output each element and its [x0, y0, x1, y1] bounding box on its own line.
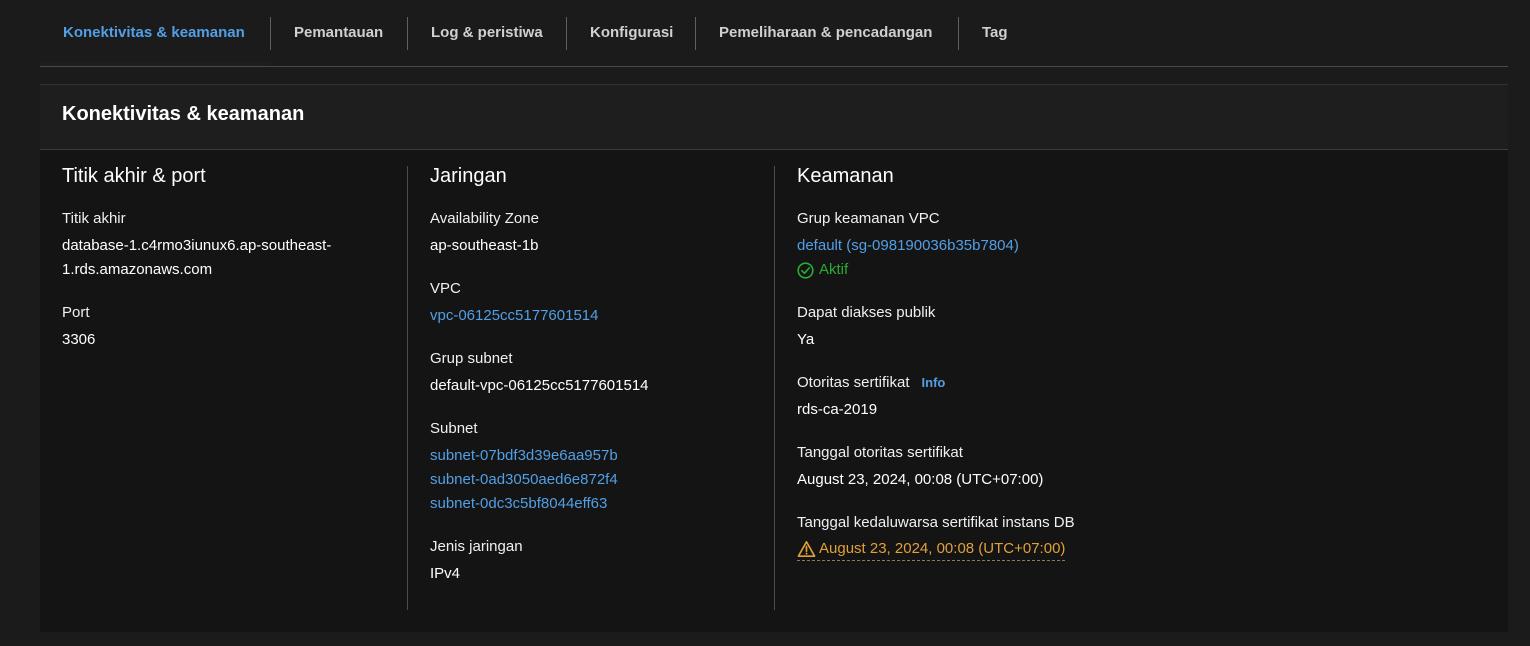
public-access-value: Ya	[797, 331, 815, 348]
certificate-authority-text: Otoritas sertifikat	[797, 374, 910, 391]
column-divider	[407, 166, 408, 610]
port-label: Port	[62, 304, 90, 321]
ca-date-value: August 23, 2024, 00:08 (UTC+07:00)	[797, 471, 1044, 488]
endpoint-port-column: Titik akhir & port Titik akhir database-…	[62, 164, 392, 374]
column-divider	[774, 166, 775, 610]
endpoint-value-line2: 1.rds.amazonaws.com	[62, 261, 213, 278]
certificate-authority-value: rds-ca-2019	[797, 401, 878, 418]
subnet-group-value: default-vpc-06125cc5177601514	[430, 377, 649, 394]
tab-maintenance-backup[interactable]: Pemeliharaan & pencadangan	[719, 16, 932, 50]
endpoint-label: Titik akhir	[62, 210, 126, 227]
cert-expiry-value: August 23, 2024, 00:08 (UTC+07:00)	[819, 540, 1066, 557]
tab-divider	[566, 17, 567, 50]
certificate-authority-label: Otoritas sertifikat Info	[797, 374, 1297, 392]
ca-date-label: Tanggal otoritas sertifikat	[797, 444, 963, 461]
vpc-label: VPC	[430, 280, 461, 297]
vpc-link[interactable]: vpc-06125cc5177601514	[430, 304, 760, 328]
subnet-label: Subnet	[430, 420, 478, 437]
tab-logs-events[interactable]: Log & peristiwa	[431, 16, 543, 50]
tab-monitoring[interactable]: Pemantauan	[294, 16, 383, 50]
network-heading: Jaringan	[430, 165, 507, 187]
active-tab-indicator	[40, 62, 270, 66]
availability-zone-value: ap-southeast-1b	[430, 237, 539, 254]
security-group-link[interactable]: default (sg-098190036b35b7804)	[797, 234, 1297, 258]
tab-configuration[interactable]: Konfigurasi	[590, 16, 673, 50]
tab-divider	[695, 17, 696, 50]
subnet-link[interactable]: subnet-0ad3050aed6e872f4	[430, 468, 760, 492]
tab-divider	[407, 17, 408, 50]
subnet-link[interactable]: subnet-07bdf3d39e6aa957b	[430, 444, 760, 468]
port-value: 3306	[62, 331, 96, 348]
check-circle-icon	[797, 261, 814, 279]
security-heading: Keamanan	[797, 165, 894, 187]
tab-bar: Konektivitas & keamanan Pemantauan Log &…	[40, 0, 1508, 67]
subnet-group-label: Grup subnet	[430, 350, 513, 367]
tab-divider	[270, 17, 271, 50]
panel-title: Konektivitas & keamanan	[62, 103, 305, 125]
network-type-label: Jenis jaringan	[430, 538, 523, 555]
cert-expiry-label: Tanggal kedaluwarsa sertifikat instans D…	[797, 514, 1075, 531]
subnet-link[interactable]: subnet-0dc3c5bf8044eff63	[430, 492, 760, 516]
warning-triangle-icon	[797, 541, 816, 557]
endpoint-value-line1: database-1.c4rmo3iunux6.ap-southeast-	[62, 237, 332, 254]
endpoint-port-heading: Titik akhir & port	[62, 165, 206, 187]
info-link[interactable]: Info	[922, 375, 946, 390]
network-type-value: IPv4	[430, 565, 461, 582]
availability-zone-label: Availability Zone	[430, 210, 539, 227]
tab-connectivity-security[interactable]: Konektivitas & keamanan	[63, 16, 245, 50]
security-column: Keamanan Grup keamanan VPC default (sg-0…	[797, 164, 1297, 585]
network-column: Jaringan Availability Zone ap-southeast-…	[430, 164, 760, 608]
security-group-status: Aktif	[797, 258, 1297, 282]
endpoint-value: database-1.c4rmo3iunux6.ap-southeast- 1.…	[62, 234, 392, 282]
panel-header: Konektivitas & keamanan	[40, 84, 1508, 150]
connectivity-security-panel: Konektivitas & keamanan Titik akhir & po…	[40, 84, 1508, 632]
public-access-label: Dapat diakses publik	[797, 304, 936, 321]
status-active-text: Aktif	[819, 261, 849, 278]
tab-tags[interactable]: Tag	[982, 16, 1008, 50]
vpc-security-group-label: Grup keamanan VPC	[797, 210, 940, 227]
cert-expiry-warning[interactable]: August 23, 2024, 00:08 (UTC+07:00)	[797, 538, 1066, 561]
tab-divider	[958, 17, 959, 50]
